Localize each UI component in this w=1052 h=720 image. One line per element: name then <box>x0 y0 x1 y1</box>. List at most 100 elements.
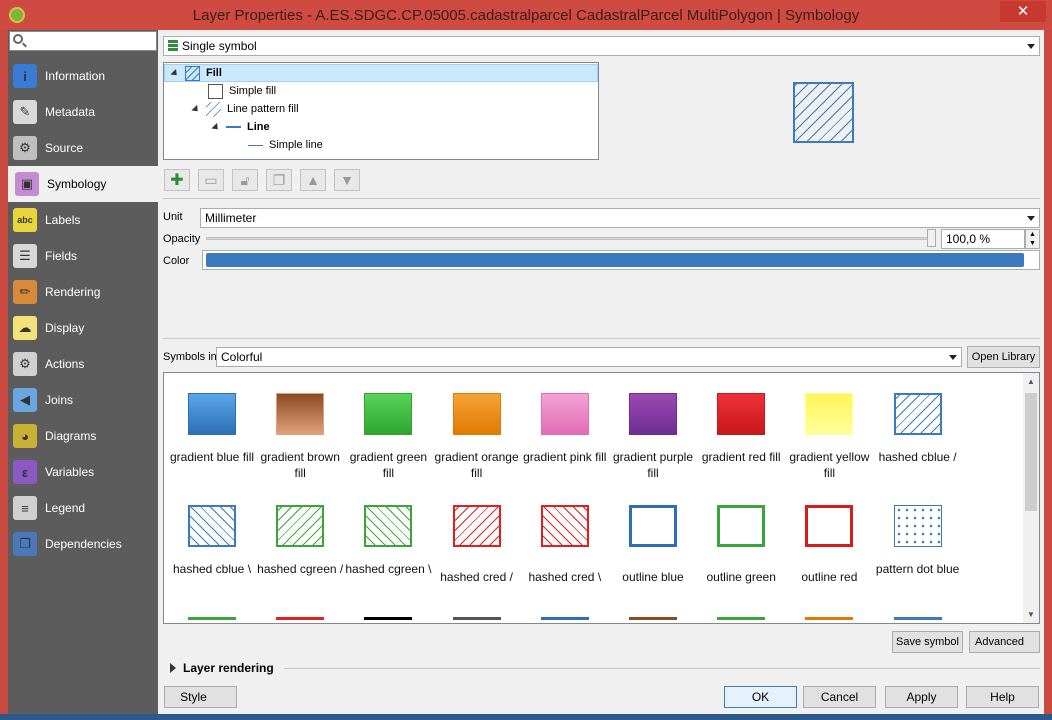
help-button[interactable]: Help <box>966 686 1039 708</box>
advanced-button[interactable]: Advanced <box>969 631 1040 653</box>
sidebar-item-diagrams[interactable]: ◕ Diagrams <box>8 418 158 454</box>
sidebar-item-symbology[interactable]: ▣ Symbology <box>8 166 158 202</box>
symbol-swatch <box>276 505 325 547</box>
color-button[interactable] <box>202 250 1040 270</box>
scroll-down-icon[interactable]: ▼ <box>1027 610 1035 619</box>
symbol-item-partial[interactable] <box>717 617 766 623</box>
tree-row-fill[interactable]: Fill <box>164 64 598 82</box>
symbol-item-partial[interactable] <box>540 617 589 623</box>
sidebar-item-label: Fields <box>45 249 78 263</box>
duplicate-layer-button[interactable]: ❐ <box>266 169 292 191</box>
renderer-select[interactable]: Single symbol <box>163 36 1040 56</box>
symbol-item[interactable]: hashed cgreen \ <box>344 505 432 577</box>
scrollbar-thumb[interactable] <box>1025 393 1037 511</box>
symbol-item[interactable]: hashed cgreen / <box>256 505 344 577</box>
sidebar-item-display[interactable]: ☁ Display <box>8 310 158 346</box>
symbol-item-partial[interactable] <box>629 617 677 623</box>
sidebar-item-legend[interactable]: ≡ Legend <box>8 490 158 526</box>
symbol-item[interactable]: outline green <box>697 505 785 585</box>
symbol-item-partial[interactable] <box>893 617 942 623</box>
add-layer-button[interactable]: ✚ <box>164 169 190 191</box>
unit-select[interactable]: Millimeter <box>200 208 1040 228</box>
symbol-layer-tree[interactable]: Fill Simple fill Line pattern fill Line … <box>163 62 599 160</box>
sidebar-item-information[interactable]: i Information <box>8 58 158 94</box>
sidebar-item-fields[interactable]: ☰ Fields <box>8 238 158 274</box>
tree-row-simple-line[interactable]: Simple line <box>248 136 323 154</box>
symbol-item[interactable]: gradient yellow fill <box>785 393 873 481</box>
opacity-spinner[interactable]: ▲ ▼ <box>1025 229 1040 249</box>
symbol-name: gradient blue fill <box>169 450 255 464</box>
unit-value: Millimeter <box>205 211 257 225</box>
sidebar-item-label: Legend <box>45 501 86 515</box>
close-button[interactable]: ✕ <box>1000 1 1046 22</box>
rendering-icon: ✏ <box>13 280 37 304</box>
symbol-item[interactable]: gradient blue fill <box>168 393 256 465</box>
symbol-swatch <box>893 505 942 547</box>
tree-row-line[interactable]: Line <box>211 118 270 136</box>
move-up-button[interactable]: ▲ <box>300 169 326 191</box>
simple-fill-icon <box>208 83 223 99</box>
sidebar-nav: i Information ✎ Metadata ⚙ Source ▣ Symbology ab… <box>8 58 158 562</box>
symbol-item[interactable]: pattern dot blue <box>874 505 962 577</box>
symbol-item-partial[interactable] <box>805 617 854 623</box>
symbol-swatch <box>188 505 236 547</box>
sidebar-item-metadata[interactable]: ✎ Metadata <box>8 94 158 130</box>
symbol-item[interactable]: gradient orange fill <box>433 393 521 481</box>
sidebar-item-dependencies[interactable]: ❐ Dependencies <box>8 526 158 562</box>
symbol-item-partial[interactable] <box>364 617 413 623</box>
symbol-item[interactable]: hashed cblue / <box>874 393 962 465</box>
symbol-name: gradient pink fill <box>523 450 607 464</box>
symbol-item[interactable]: gradient red fill <box>697 393 785 465</box>
sidebar-item-joins[interactable]: ◀ Joins <box>8 382 158 418</box>
ok-button[interactable]: OK <box>724 686 797 708</box>
expand-icon[interactable] <box>170 663 176 673</box>
sidebar-item-actions[interactable]: ⚙ Actions <box>8 346 158 382</box>
symbol-swatch <box>805 393 854 435</box>
display-icon: ☁ <box>13 316 37 340</box>
opacity-slider-handle[interactable] <box>927 229 936 247</box>
sidebar-item-rendering[interactable]: ✏ Rendering <box>8 274 158 310</box>
symbols-in-label: Symbols in <box>163 351 217 363</box>
symbol-item[interactable]: hashed cred \ <box>521 505 609 585</box>
expand-icon <box>191 104 201 114</box>
opacity-input[interactable]: 100,0 % <box>941 229 1025 249</box>
symbol-item[interactable]: gradient purple fill <box>609 393 697 481</box>
labels-icon: abc <box>13 208 37 232</box>
symbol-item[interactable]: hashed cred / <box>433 505 521 585</box>
symbol-item[interactable]: outline blue <box>609 505 697 585</box>
symbols-in-select[interactable]: Colorful <box>216 347 962 367</box>
sidebar-item-labels[interactable]: abc Labels <box>8 202 158 238</box>
layer-rendering-label[interactable]: Layer rendering <box>183 661 274 675</box>
sidebar-item-label: Variables <box>45 465 95 479</box>
tree-row-line-pattern-fill[interactable]: Line pattern fill <box>191 100 299 118</box>
sidebar-item-variables[interactable]: ε Variables <box>8 454 158 490</box>
symbol-name: gradient red fill <box>701 450 781 464</box>
sidebar-item-source[interactable]: ⚙ Source <box>8 130 158 166</box>
save-symbol-button[interactable]: Save symbol <box>892 631 963 653</box>
sidebar-item-label: Display <box>45 321 85 335</box>
symbol-name: hashed cblue / <box>878 450 957 464</box>
remove-layer-button[interactable]: ▭ <box>198 169 224 191</box>
open-library-button[interactable]: Open Library <box>967 346 1040 368</box>
symbol-item[interactable]: hashed cblue \ <box>168 505 256 577</box>
lock-layer-button[interactable]: 🔓︎ <box>232 169 258 191</box>
symbol-item[interactable]: outline red <box>785 505 873 585</box>
symbol-item[interactable]: gradient green fill <box>344 393 432 481</box>
fill-preview-icon <box>185 65 200 81</box>
search-input[interactable] <box>9 31 157 51</box>
symbol-item-partial[interactable] <box>188 617 236 623</box>
symbol-item-partial[interactable] <box>452 617 501 623</box>
scroll-up-icon[interactable]: ▲ <box>1027 377 1035 386</box>
cancel-button[interactable]: Cancel <box>803 686 876 708</box>
symbol-item-partial[interactable] <box>276 617 325 623</box>
scrollbar[interactable]: ▲ ▼ <box>1023 373 1039 623</box>
color-label: Color <box>163 255 190 267</box>
move-down-button[interactable]: ▼ <box>334 169 360 191</box>
symbol-item[interactable]: gradient pink fill <box>521 393 609 465</box>
symbol-swatch <box>540 505 589 547</box>
style-button[interactable]: Style <box>164 686 237 708</box>
apply-button[interactable]: Apply <box>885 686 958 708</box>
tree-row-simple-fill[interactable]: Simple fill <box>208 82 276 100</box>
symbol-item[interactable]: gradient brown fill <box>256 393 344 481</box>
opacity-slider-track[interactable] <box>206 237 928 240</box>
